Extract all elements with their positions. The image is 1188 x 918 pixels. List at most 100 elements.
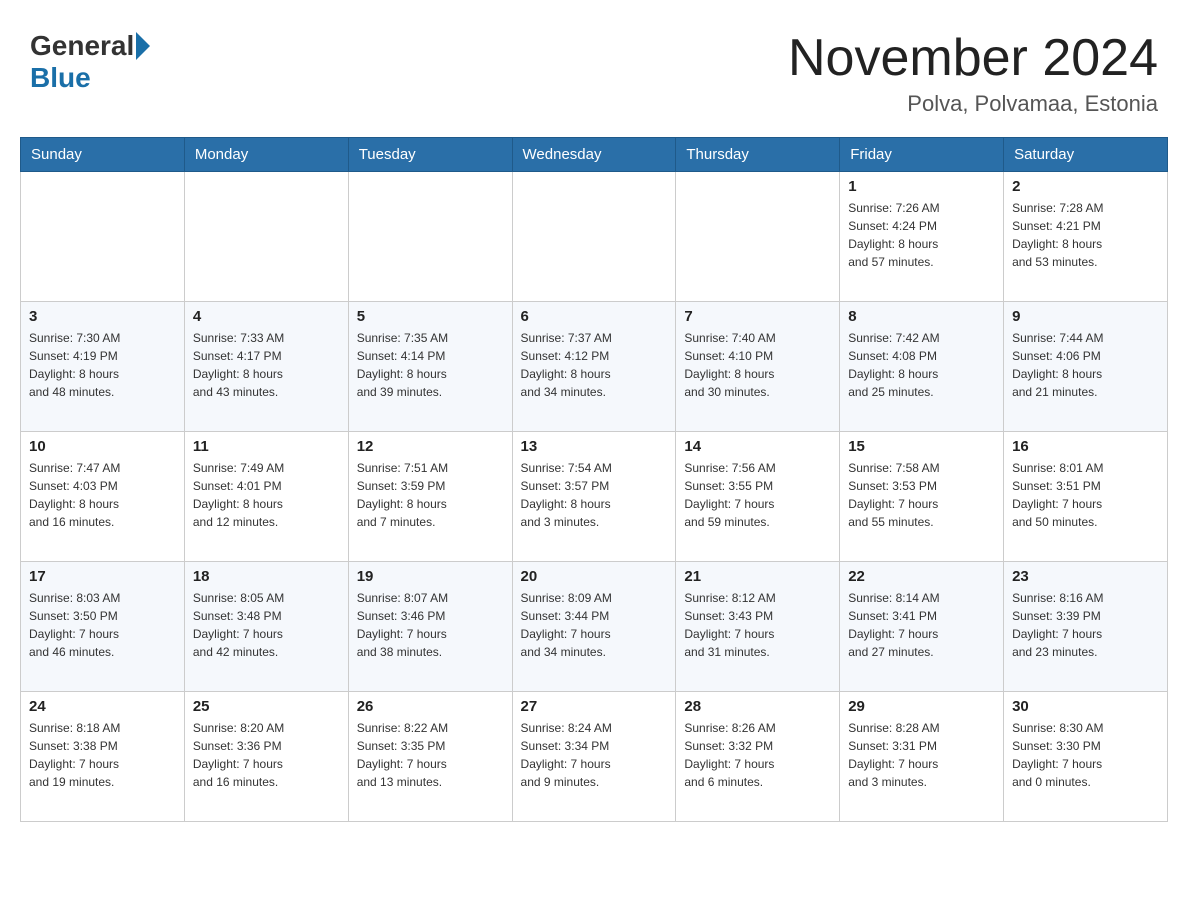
day-info: Sunrise: 8:28 AMSunset: 3:31 PMDaylight:… bbox=[848, 719, 995, 791]
day-number: 20 bbox=[521, 568, 668, 585]
calendar-cell: 16 Sunrise: 8:01 AMSunset: 3:51 PMDayligh… bbox=[1004, 432, 1168, 562]
logo-general-text: General bbox=[30, 30, 134, 62]
day-number: 5 bbox=[357, 308, 504, 325]
day-number: 13 bbox=[521, 438, 668, 455]
day-number: 24 bbox=[29, 698, 176, 715]
calendar-cell: 11Sunrise: 7:49 AMSunset: 4:01 PMDayligh… bbox=[184, 432, 348, 562]
day-number: 15 bbox=[848, 438, 995, 455]
day-number: 26 bbox=[357, 698, 504, 715]
logo: General Blue bbox=[30, 30, 152, 94]
day-info: Sunrise: 8:30 AMSunset: 3:30 PMDaylight:… bbox=[1012, 719, 1159, 791]
weekday-header-monday: Monday bbox=[184, 138, 348, 172]
weekday-header-friday: Friday bbox=[840, 138, 1004, 172]
day-number: 16 bbox=[1012, 438, 1159, 455]
day-number: 22 bbox=[848, 568, 995, 585]
calendar-cell: 24Sunrise: 8:18 AMSunset: 3:38 PMDayligh… bbox=[21, 692, 185, 822]
day-number: 28 bbox=[684, 698, 831, 715]
day-info: Sunrise: 7:44 AMSunset: 4:06 PMDaylight:… bbox=[1012, 329, 1159, 401]
calendar-cell: 12Sunrise: 7:51 AMSunset: 3:59 PMDayligh… bbox=[348, 432, 512, 562]
calendar-week-row: 24Sunrise: 8:18 AMSunset: 3:38 PMDayligh… bbox=[21, 692, 1168, 822]
calendar-cell: 26 Sunrise: 8:22 AMSunset: 3:35 PMDayligh… bbox=[348, 692, 512, 822]
weekday-header-tuesday: Tuesday bbox=[348, 138, 512, 172]
day-info: Sunrise: 8:26 AMSunset: 3:32 PMDaylight:… bbox=[684, 719, 831, 791]
day-number: 14 bbox=[684, 438, 831, 455]
day-number: 2 bbox=[1012, 178, 1159, 195]
day-info: Sunrise: 7:40 AMSunset: 4:10 PMDaylight:… bbox=[684, 329, 831, 401]
calendar-cell bbox=[184, 172, 348, 302]
weekday-header-sunday: Sunday bbox=[21, 138, 185, 172]
day-info: Sunrise: 8:22 AMSunset: 3:35 PMDaylight:… bbox=[357, 719, 504, 791]
day-number: 9 bbox=[1012, 308, 1159, 325]
calendar-cell: 7 Sunrise: 7:40 AMSunset: 4:10 PMDaylight… bbox=[676, 302, 840, 432]
day-info: Sunrise: 7:58 AMSunset: 3:53 PMDaylight:… bbox=[848, 459, 995, 531]
calendar-table: SundayMondayTuesdayWednesdayThursdayFrid… bbox=[20, 137, 1168, 822]
weekday-header-saturday: Saturday bbox=[1004, 138, 1168, 172]
calendar-cell: 30 Sunrise: 8:30 AMSunset: 3:30 PMDayligh… bbox=[1004, 692, 1168, 822]
day-info: Sunrise: 8:24 AMSunset: 3:34 PMDaylight:… bbox=[521, 719, 668, 791]
calendar-cell: 28 Sunrise: 8:26 AMSunset: 3:32 PMDayligh… bbox=[676, 692, 840, 822]
calendar-cell: 18 Sunrise: 8:05 AMSunset: 3:48 PMDayligh… bbox=[184, 562, 348, 692]
day-info: Sunrise: 8:03 AMSunset: 3:50 PMDaylight:… bbox=[29, 589, 176, 661]
day-number: 17 bbox=[29, 568, 176, 585]
day-number: 4 bbox=[193, 308, 340, 325]
day-info: Sunrise: 8:01 AMSunset: 3:51 PMDaylight:… bbox=[1012, 459, 1159, 531]
calendar-cell: 10 Sunrise: 7:47 AMSunset: 4:03 PMDayligh… bbox=[21, 432, 185, 562]
calendar-cell: 20Sunrise: 8:09 AMSunset: 3:44 PMDayligh… bbox=[512, 562, 676, 692]
calendar-cell: 1Sunrise: 7:26 AMSunset: 4:24 PMDaylight… bbox=[840, 172, 1004, 302]
day-info: Sunrise: 7:54 AMSunset: 3:57 PMDaylight:… bbox=[521, 459, 668, 531]
calendar-week-row: 10 Sunrise: 7:47 AMSunset: 4:03 PMDayligh… bbox=[21, 432, 1168, 562]
calendar-cell: 4Sunrise: 7:33 AMSunset: 4:17 PMDaylight… bbox=[184, 302, 348, 432]
day-number: 30 bbox=[1012, 698, 1159, 715]
day-number: 6 bbox=[521, 308, 668, 325]
day-info: Sunrise: 7:56 AMSunset: 3:55 PMDaylight:… bbox=[684, 459, 831, 531]
weekday-header-thursday: Thursday bbox=[676, 138, 840, 172]
calendar-cell: 5 Sunrise: 7:35 AMSunset: 4:14 PMDaylight… bbox=[348, 302, 512, 432]
calendar-header-row: SundayMondayTuesdayWednesdayThursdayFrid… bbox=[21, 138, 1168, 172]
calendar-cell bbox=[348, 172, 512, 302]
day-info: Sunrise: 7:35 AMSunset: 4:14 PMDaylight:… bbox=[357, 329, 504, 401]
day-info: Sunrise: 7:49 AMSunset: 4:01 PMDaylight:… bbox=[193, 459, 340, 531]
calendar-cell: 29 Sunrise: 8:28 AMSunset: 3:31 PMDayligh… bbox=[840, 692, 1004, 822]
day-number: 3 bbox=[29, 308, 176, 325]
calendar-cell bbox=[676, 172, 840, 302]
day-info: Sunrise: 8:12 AMSunset: 3:43 PMDaylight:… bbox=[684, 589, 831, 661]
logo-triangle-icon bbox=[136, 32, 150, 60]
calendar-cell: 22 Sunrise: 8:14 AMSunset: 3:41 PMDayligh… bbox=[840, 562, 1004, 692]
calendar-cell bbox=[21, 172, 185, 302]
day-info: Sunrise: 8:14 AMSunset: 3:41 PMDaylight:… bbox=[848, 589, 995, 661]
calendar-cell: 6Sunrise: 7:37 AMSunset: 4:12 PMDaylight… bbox=[512, 302, 676, 432]
calendar-cell: 2Sunrise: 7:28 AMSunset: 4:21 PMDaylight… bbox=[1004, 172, 1168, 302]
calendar-cell: 19Sunrise: 8:07 AMSunset: 3:46 PMDayligh… bbox=[348, 562, 512, 692]
day-info: Sunrise: 8:20 AMSunset: 3:36 PMDaylight:… bbox=[193, 719, 340, 791]
calendar-cell: 9 Sunrise: 7:44 AMSunset: 4:06 PMDaylight… bbox=[1004, 302, 1168, 432]
day-number: 18 bbox=[193, 568, 340, 585]
day-info: Sunrise: 8:05 AMSunset: 3:48 PMDaylight:… bbox=[193, 589, 340, 661]
day-number: 27 bbox=[521, 698, 668, 715]
calendar-subtitle: Polva, Polvamaa, Estonia bbox=[788, 91, 1158, 117]
calendar-cell: 27 Sunrise: 8:24 AMSunset: 3:34 PMDayligh… bbox=[512, 692, 676, 822]
day-info: Sunrise: 7:30 AMSunset: 4:19 PMDaylight:… bbox=[29, 329, 176, 401]
calendar-cell: 15 Sunrise: 7:58 AMSunset: 3:53 PMDayligh… bbox=[840, 432, 1004, 562]
day-number: 19 bbox=[357, 568, 504, 585]
day-info: Sunrise: 7:42 AMSunset: 4:08 PMDaylight:… bbox=[848, 329, 995, 401]
day-number: 21 bbox=[684, 568, 831, 585]
day-number: 12 bbox=[357, 438, 504, 455]
calendar-cell bbox=[512, 172, 676, 302]
calendar-week-row: 17 Sunrise: 8:03 AMSunset: 3:50 PMDayligh… bbox=[21, 562, 1168, 692]
day-number: 7 bbox=[684, 308, 831, 325]
page-header: General Blue November 2024 Polva, Polvam… bbox=[20, 20, 1168, 117]
calendar-cell: 25 Sunrise: 8:20 AMSunset: 3:36 PMDayligh… bbox=[184, 692, 348, 822]
day-number: 23 bbox=[1012, 568, 1159, 585]
title-block: November 2024 Polva, Polvamaa, Estonia bbox=[788, 30, 1158, 117]
calendar-week-row: 3 Sunrise: 7:30 AMSunset: 4:19 PMDaylight… bbox=[21, 302, 1168, 432]
day-number: 29 bbox=[848, 698, 995, 715]
day-info: Sunrise: 7:47 AMSunset: 4:03 PMDaylight:… bbox=[29, 459, 176, 531]
calendar-cell: 23Sunrise: 8:16 AMSunset: 3:39 PMDayligh… bbox=[1004, 562, 1168, 692]
day-number: 10 bbox=[29, 438, 176, 455]
day-number: 25 bbox=[193, 698, 340, 715]
weekday-header-wednesday: Wednesday bbox=[512, 138, 676, 172]
calendar-cell: 14 Sunrise: 7:56 AMSunset: 3:55 PMDayligh… bbox=[676, 432, 840, 562]
day-info: Sunrise: 7:26 AMSunset: 4:24 PMDaylight:… bbox=[848, 199, 995, 271]
calendar-cell: 8Sunrise: 7:42 AMSunset: 4:08 PMDaylight… bbox=[840, 302, 1004, 432]
calendar-cell: 21 Sunrise: 8:12 AMSunset: 3:43 PMDayligh… bbox=[676, 562, 840, 692]
